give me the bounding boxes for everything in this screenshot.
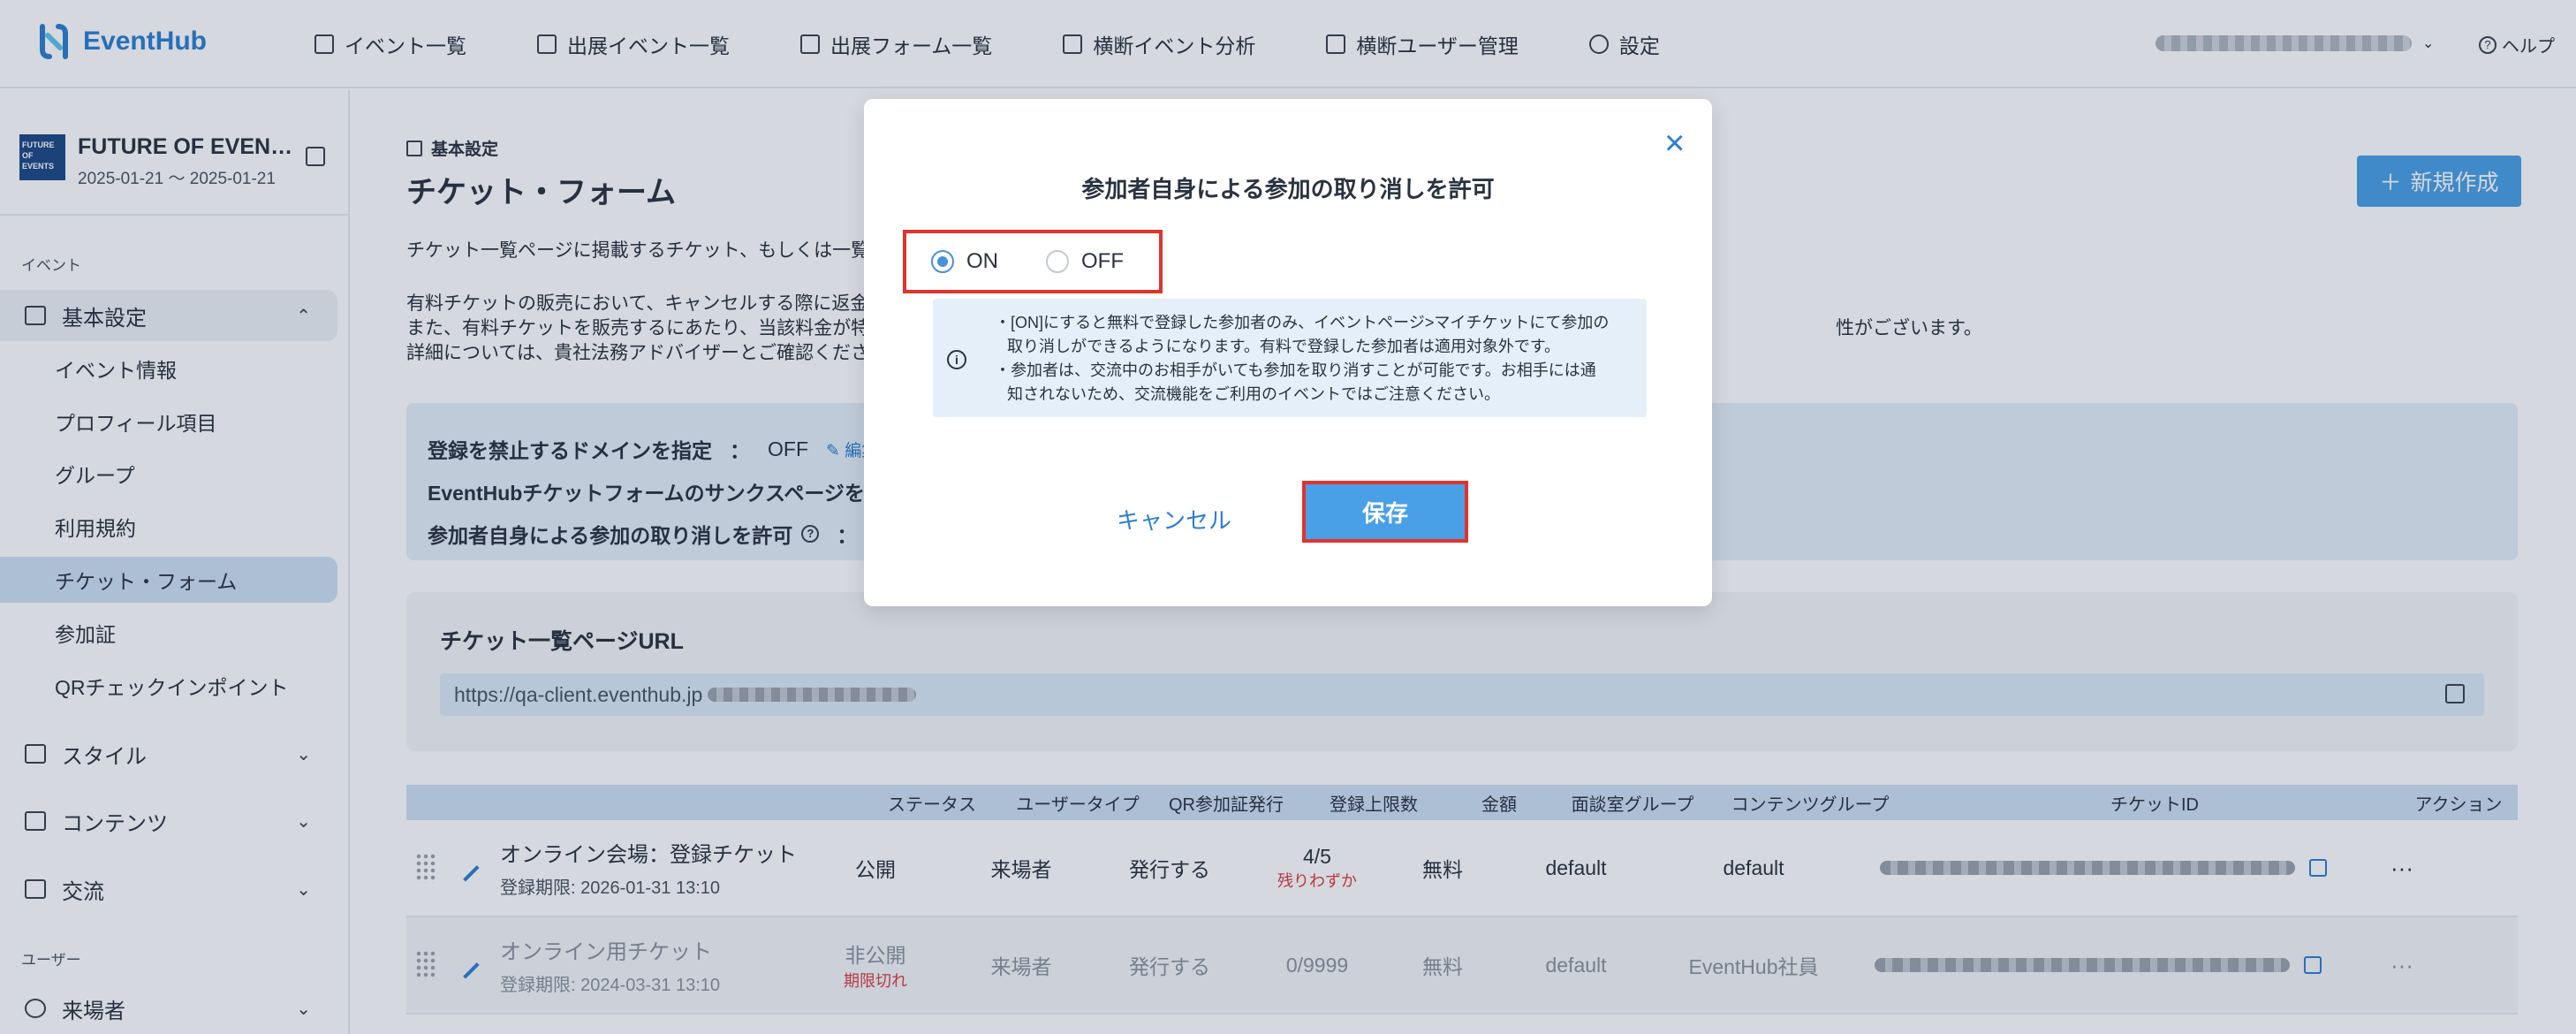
info-line: 知されないため、交流機能をご利用のイベントではご注意ください。 bbox=[1007, 385, 1500, 403]
info-line: ・[ON]にすると無料で登録した参加者のみ、イベントページ>マイチケットにて参加… bbox=[995, 314, 1610, 331]
radio-off-unchecked[interactable] bbox=[1046, 250, 1069, 273]
radio-on-checked[interactable] bbox=[931, 250, 954, 273]
self-cancel-setting-dialog: × 参加者自身による参加の取り消しを許可 ON OFF i ・[ON]にすると無… bbox=[864, 99, 1712, 606]
dialog-title: 参加者自身による参加の取り消しを許可 bbox=[1081, 176, 1495, 202]
info-icon: i bbox=[947, 350, 966, 369]
radio-off-label: OFF bbox=[1081, 249, 1124, 273]
radio-option-off[interactable]: OFF bbox=[1046, 249, 1124, 274]
close-icon[interactable]: × bbox=[1664, 125, 1685, 161]
cancel-button[interactable]: キャンセル bbox=[1108, 498, 1240, 543]
self-cancel-radio-group: ON OFF bbox=[903, 230, 1163, 293]
info-notice: i ・[ON]にすると無料で登録した参加者のみ、イベントページ>マイチケットにて… bbox=[933, 299, 1647, 417]
radio-on-label: ON bbox=[966, 249, 998, 273]
save-button-highlight: 保存 bbox=[1302, 481, 1468, 543]
save-button[interactable]: 保存 bbox=[1306, 484, 1465, 539]
radio-option-on[interactable]: ON bbox=[931, 249, 998, 274]
info-line: 取り消しができるようになります。有料で登録した参加者は適用対象外です。 bbox=[1007, 338, 1561, 355]
info-line: ・参加者は、交流中のお相手がいても参加を取り消すことが可能です。お相手には通 bbox=[995, 361, 1596, 379]
